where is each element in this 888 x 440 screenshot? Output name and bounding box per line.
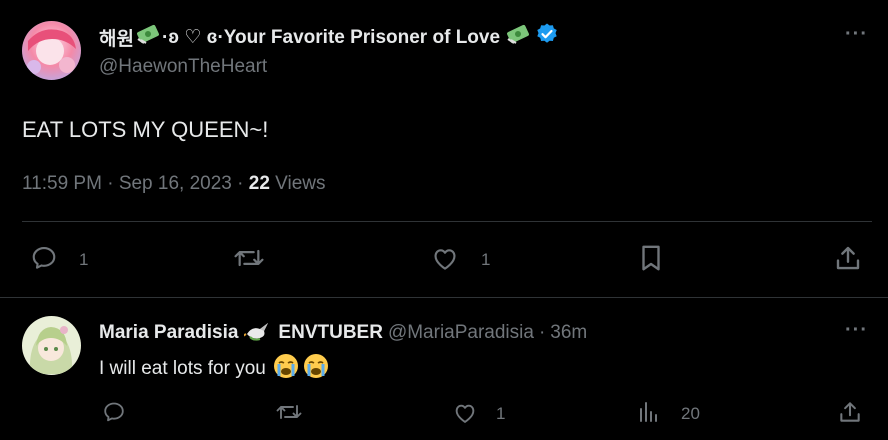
- share-icon[interactable]: [837, 399, 863, 425]
- retweet-icon[interactable]: [232, 244, 266, 272]
- avatar[interactable]: [22, 316, 81, 375]
- like-icon[interactable]: [452, 401, 478, 424]
- separator-dot: ·: [237, 173, 244, 194]
- crying-emoji: [303, 353, 329, 385]
- money-emoji: [506, 23, 530, 51]
- like-count: 1: [481, 250, 491, 269]
- views-count: 22: [248, 173, 270, 194]
- reply-icon[interactable]: [101, 400, 127, 424]
- display-name[interactable]: ·ʚ ♡ ɞ·Your Favorite Prisoner of Love: [162, 26, 500, 49]
- separator-dot: ·: [107, 173, 114, 194]
- like-icon[interactable]: [430, 245, 460, 271]
- views-count: 20: [681, 404, 700, 423]
- more-icon[interactable]: ···: [845, 23, 868, 46]
- display-name[interactable]: Maria Paradisia: [99, 322, 238, 344]
- tweet-time-ago[interactable]: 36m: [550, 322, 587, 344]
- share-icon[interactable]: [833, 243, 863, 273]
- separator-dot: ·: [538, 322, 546, 343]
- handle[interactable]: @HaewonTheHeart: [99, 56, 267, 78]
- display-name-suffix[interactable]: ENVTUBER: [278, 322, 383, 344]
- divider: [22, 221, 872, 222]
- money-emoji: [136, 23, 160, 51]
- verified-badge-icon[interactable]: [535, 22, 559, 52]
- tweet-text: EAT LOTS MY QUEEN~!: [22, 117, 269, 142]
- views-label: Views: [275, 173, 326, 194]
- bookmark-icon[interactable]: [638, 243, 664, 273]
- handle[interactable]: @MariaParadisia: [388, 322, 534, 344]
- reply-icon[interactable]: [29, 244, 59, 272]
- analytics-icon[interactable]: [637, 400, 661, 424]
- more-icon[interactable]: ···: [845, 319, 868, 342]
- reply-text: I will eat lots for you: [99, 358, 266, 379]
- retweet-icon[interactable]: [274, 400, 304, 424]
- reply-count: 1: [79, 250, 89, 269]
- tweet-time[interactable]: 11:59 PM: [22, 173, 102, 194]
- divider: [0, 297, 888, 298]
- display-name-prefix[interactable]: 해원: [99, 24, 134, 51]
- crying-emoji: [273, 353, 299, 385]
- dove-emoji: [242, 320, 272, 347]
- like-count: 1: [496, 404, 506, 423]
- tweet-date[interactable]: Sep 16, 2023: [119, 173, 232, 194]
- avatar[interactable]: [22, 21, 81, 80]
